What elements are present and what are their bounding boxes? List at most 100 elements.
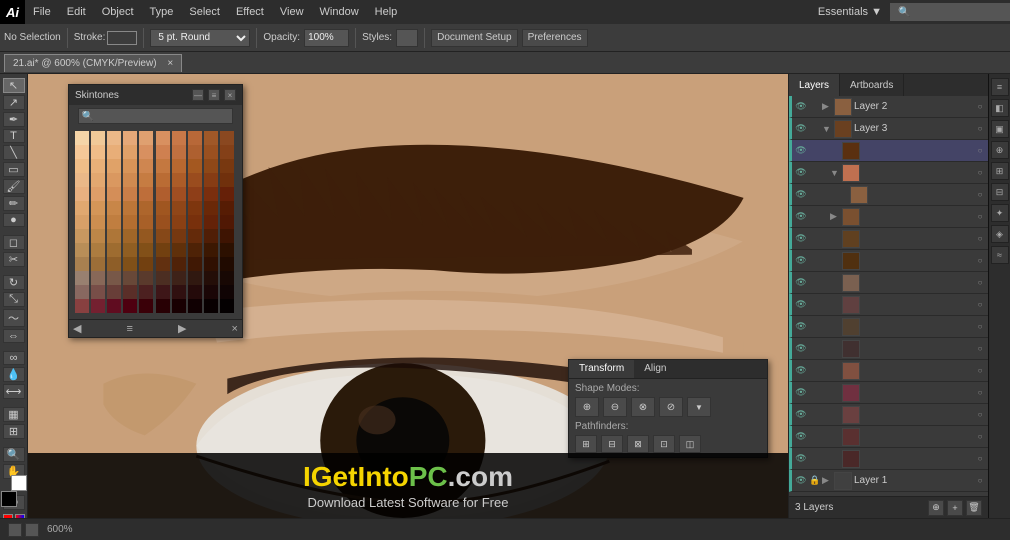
color-swatch[interactable] <box>139 159 153 173</box>
color-swatch[interactable] <box>139 299 153 313</box>
color-swatch[interactable] <box>220 173 234 187</box>
menu-effect[interactable]: Effect <box>228 0 272 24</box>
color-swatch[interactable] <box>188 271 202 285</box>
color-swatch[interactable] <box>139 229 153 243</box>
color-swatch[interactable] <box>91 271 105 285</box>
layer-item[interactable]: 👁 ○ <box>789 448 988 470</box>
layer-item[interactable]: 👁 ○ <box>789 338 988 360</box>
color-swatch[interactable] <box>156 285 170 299</box>
tool-zoom[interactable]: 🔍 <box>3 447 25 462</box>
color-swatch[interactable] <box>75 159 89 173</box>
color-swatch[interactable] <box>172 145 186 159</box>
color-swatch[interactable] <box>204 257 218 271</box>
layer-target-icon[interactable]: ○ <box>974 256 986 265</box>
color-swatch[interactable] <box>107 229 121 243</box>
panel-close-button[interactable]: × <box>224 89 236 101</box>
tool-blob-brush[interactable]: ● <box>3 213 25 227</box>
layer-visibility-icon[interactable]: 👁 <box>794 277 808 288</box>
color-swatch[interactable] <box>156 257 170 271</box>
color-swatch[interactable] <box>107 257 121 271</box>
layer-item[interactable]: 👁 ▶ ○ <box>789 206 988 228</box>
tool-direct-selection[interactable]: ↗ <box>3 95 25 110</box>
layer-expand-icon[interactable]: ▶ <box>822 475 832 486</box>
color-swatch[interactable] <box>75 201 89 215</box>
layer-visibility-icon[interactable]: 👁 <box>794 387 808 398</box>
color-swatch[interactable] <box>75 187 89 201</box>
color-swatch[interactable] <box>204 131 218 145</box>
color-swatch[interactable] <box>172 299 186 313</box>
color-swatch[interactable] <box>204 215 218 229</box>
color-swatch[interactable] <box>156 187 170 201</box>
tool-pencil[interactable]: ✏ <box>3 196 25 211</box>
color-swatch[interactable] <box>188 201 202 215</box>
color-swatch[interactable] <box>204 173 218 187</box>
layer-visibility-icon[interactable]: 👁 <box>794 189 808 200</box>
layer-item[interactable]: 👁 ○ <box>789 184 988 206</box>
color-swatch[interactable] <box>91 215 105 229</box>
layer-item[interactable]: 👁 ○ <box>789 272 988 294</box>
tool-selection[interactable]: ↖ <box>3 78 25 93</box>
document-setup-button[interactable]: Document Setup <box>431 29 518 47</box>
layer-expand-icon[interactable]: ▶ <box>822 101 832 112</box>
color-swatch[interactable] <box>123 201 137 215</box>
color-swatch[interactable] <box>204 243 218 257</box>
layer-target-icon[interactable]: ○ <box>974 432 986 441</box>
layer-item-group[interactable]: 👁 ▶ Layer 2 ○ <box>789 96 988 118</box>
shape-mode-exclude[interactable]: ⊘ <box>659 397 683 417</box>
layer-visibility-icon[interactable]: 👁 <box>794 167 808 178</box>
status-icon-1[interactable] <box>8 523 22 537</box>
color-swatch[interactable] <box>75 257 89 271</box>
layer-target-icon[interactable]: ○ <box>974 234 986 243</box>
foreground-color[interactable] <box>1 491 17 507</box>
color-swatch[interactable] <box>75 145 89 159</box>
far-right-btn-4[interactable]: ⊕ <box>991 141 1009 159</box>
color-swatch[interactable] <box>123 145 137 159</box>
color-swatch[interactable] <box>123 187 137 201</box>
color-swatch[interactable] <box>91 257 105 271</box>
layers-delete-button[interactable]: 🗑 <box>966 500 982 516</box>
layer-item[interactable]: 👁 ○ <box>789 250 988 272</box>
color-swatch[interactable] <box>220 215 234 229</box>
color-swatch[interactable] <box>123 215 137 229</box>
color-swatch[interactable] <box>204 159 218 173</box>
color-swatch[interactable] <box>172 257 186 271</box>
tool-rectangle[interactable]: ▭ <box>3 162 25 177</box>
layer-visibility-icon[interactable]: 👁 <box>794 365 808 376</box>
layer-visibility-icon[interactable]: 👁 <box>794 431 808 442</box>
layer-target-icon[interactable]: ○ <box>974 168 986 177</box>
color-swatch[interactable] <box>188 145 202 159</box>
layer-target-icon[interactable]: ○ <box>974 146 986 155</box>
color-swatch[interactable] <box>172 159 186 173</box>
layer-expand-icon[interactable]: ▼ <box>822 124 832 134</box>
color-swatch[interactable] <box>91 131 105 145</box>
color-swatch[interactable] <box>156 299 170 313</box>
layer-visibility-icon[interactable]: 👁 <box>794 475 808 486</box>
color-swatch[interactable] <box>107 187 121 201</box>
far-right-btn-2[interactable]: ◧ <box>991 99 1009 117</box>
layers-new-layer-button[interactable]: + <box>947 500 963 516</box>
far-right-btn-3[interactable]: ▣ <box>991 120 1009 138</box>
document-tab[interactable]: 21.ai* @ 600% (CMYK/Preview) × <box>4 54 182 72</box>
tool-scissors[interactable]: ✂ <box>3 252 25 267</box>
color-swatch[interactable] <box>156 271 170 285</box>
color-swatch[interactable] <box>188 131 202 145</box>
color-swatch[interactable] <box>91 299 105 313</box>
layer-item[interactable]: 👁 ○ <box>789 294 988 316</box>
color-mode-gradient[interactable] <box>15 514 25 518</box>
color-swatch[interactable] <box>156 215 170 229</box>
tool-warp[interactable]: 〜 <box>3 309 25 327</box>
color-swatch[interactable] <box>139 285 153 299</box>
color-swatch[interactable] <box>123 257 137 271</box>
layer-visibility-icon[interactable]: 👁 <box>794 255 808 266</box>
layer-target-icon[interactable]: ○ <box>974 454 986 463</box>
menu-type[interactable]: Type <box>142 0 182 24</box>
color-swatch[interactable] <box>172 285 186 299</box>
color-swatch[interactable] <box>172 173 186 187</box>
layer-visibility-icon[interactable]: 👁 <box>794 233 808 244</box>
color-swatch[interactable] <box>107 215 121 229</box>
panel-menu-button[interactable]: ≡ <box>208 89 220 101</box>
color-swatch[interactable] <box>75 299 89 313</box>
tool-type[interactable]: T <box>3 129 25 143</box>
color-swatch[interactable] <box>123 159 137 173</box>
color-swatch[interactable] <box>188 159 202 173</box>
